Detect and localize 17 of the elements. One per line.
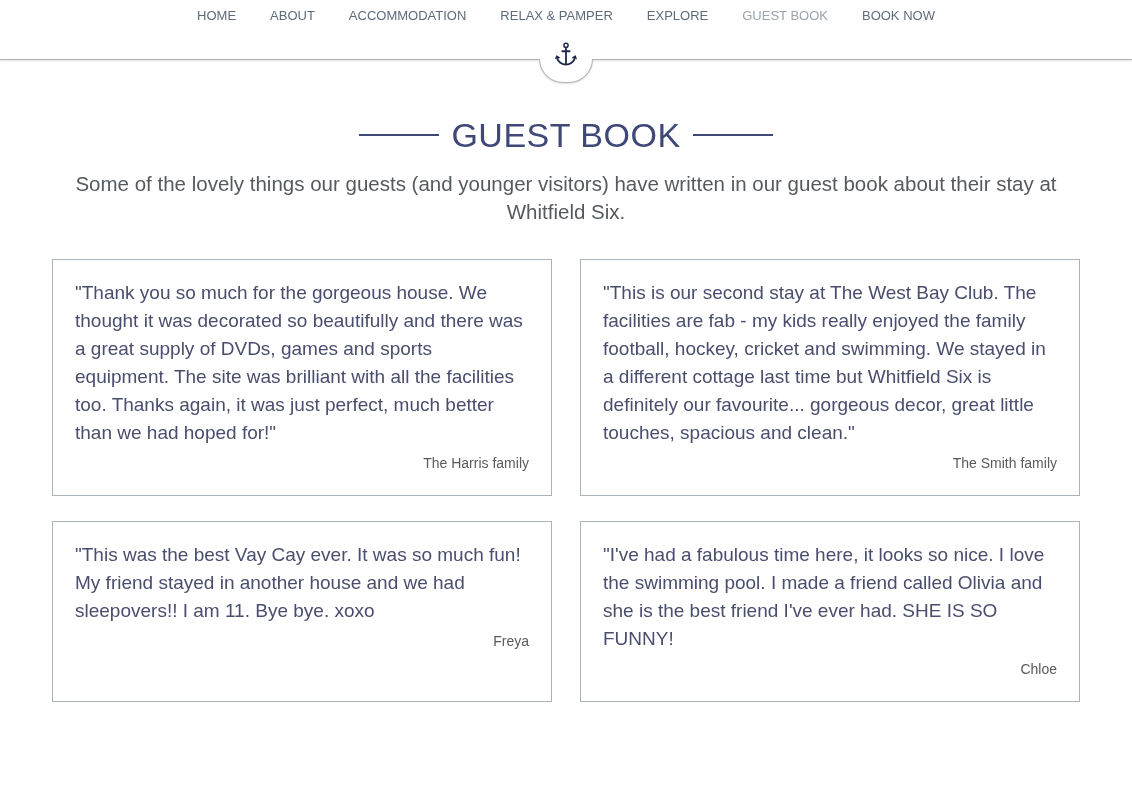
nav-link[interactable]: BOOK NOW (861, 6, 935, 26)
nav-link[interactable]: EXPLORE (646, 6, 709, 26)
testimonial-quote: "Thank you so much for the gorgeous house. We thought it was decorated so beautifully and there was a great supply of DVDs, games and sports equipment. The site was brilliant with all the facilities too. Thanks again, it was just perfect, much better than we had hoped for!" (75, 281, 524, 445)
testimonial-author: The Smith family (952, 454, 1057, 473)
anchor-icon (555, 42, 577, 66)
page-title: GUEST BOOK (451, 115, 681, 156)
testimonial-quote: "This was the best Vay Cay ever. It was so much fun! My friend stayed in another house and we had sleepovers!! I am 11. Bye bye. xoxo (75, 543, 522, 623)
testimonial-author: Chloe (1020, 660, 1057, 679)
testimonial-quote: "This is our second stay at The West Bay Club. The facilities are fab - my kids really enjoyed the family football, hockey, cricket and swimming. We stayed in a different cottage last time but Whitfield Six is definitely our favourite... gorgeous decor, great little touches, spacious and clean." (603, 281, 1047, 445)
nav-link[interactable]: ACCOMMODATION (348, 6, 467, 26)
intro-paragraph: Some of the lovely things our guests (and younger visitors) have written in our guest book about their stay at Whitfield Six. (74, 171, 1058, 225)
nav-link[interactable]: RELAX & PAMPER (500, 6, 613, 26)
testimonial-author: The Harris family (423, 454, 529, 473)
nav-link[interactable]: HOME (197, 6, 237, 26)
testimonial-author: Freya (493, 632, 529, 651)
testimonial-quote: "I've had a fabulous time here, it looks so nice. I love the swimming pool. I made a friend called Olivia and she is the best friend I've ever had. SHE IS SO FUNNY! (603, 543, 1046, 651)
nav-link[interactable]: ABOUT (270, 6, 315, 26)
